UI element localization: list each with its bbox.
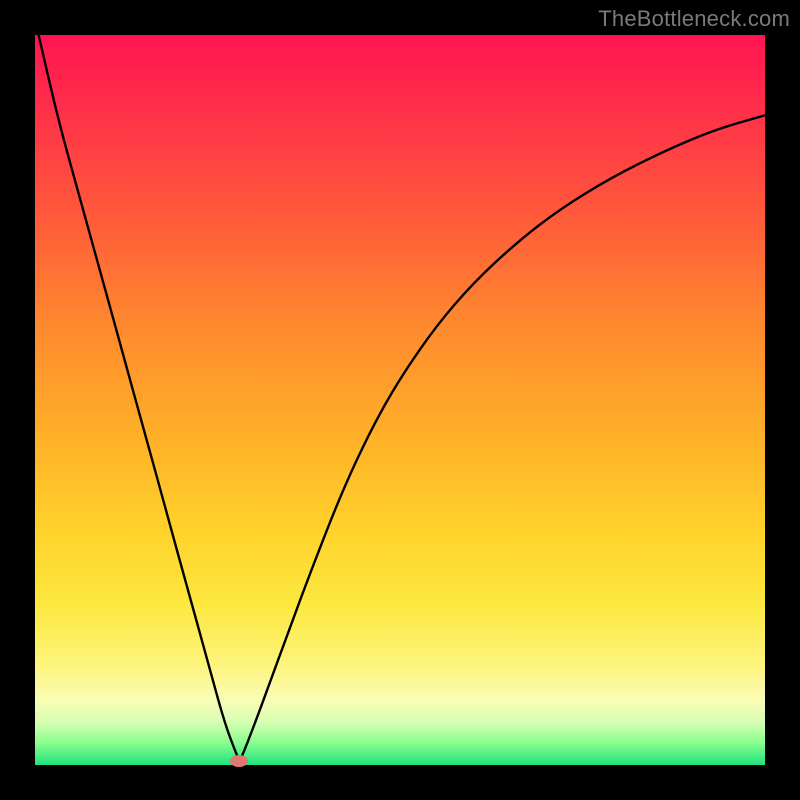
curve-svg (35, 35, 765, 765)
curve-min-marker (230, 755, 248, 767)
plot-area (35, 35, 765, 765)
bottleneck-curve-path (39, 35, 765, 759)
chart-frame: TheBottleneck.com (0, 0, 800, 800)
watermark-text: TheBottleneck.com (598, 6, 790, 32)
